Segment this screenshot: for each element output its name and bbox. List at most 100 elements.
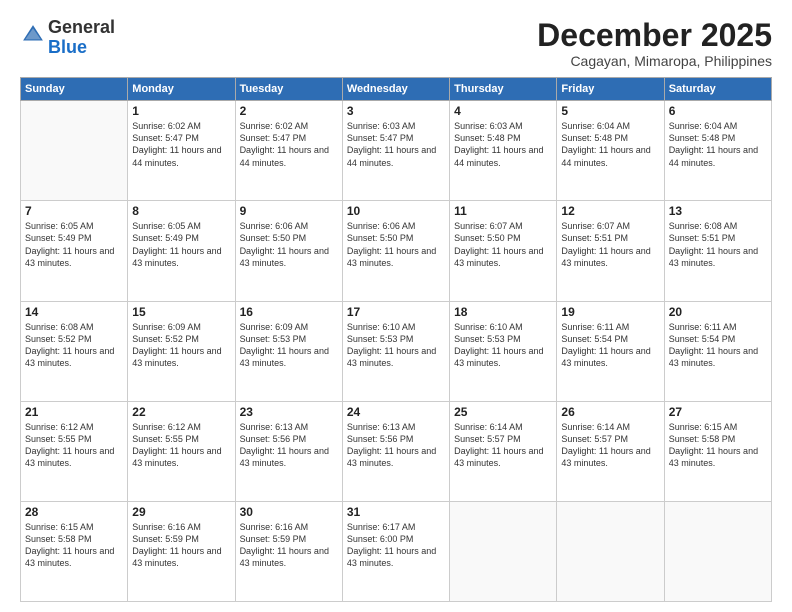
day-number: 22 xyxy=(132,405,230,419)
calendar-week-row: 14 Sunrise: 6:08 AMSunset: 5:52 PMDayligh… xyxy=(21,301,772,401)
header-thursday: Thursday xyxy=(450,78,557,101)
day-info: Sunrise: 6:16 AMSunset: 5:59 PMDaylight:… xyxy=(240,521,338,570)
day-info: Sunrise: 6:11 AMSunset: 5:54 PMDaylight:… xyxy=(561,321,659,370)
day-info: Sunrise: 6:10 AMSunset: 5:53 PMDaylight:… xyxy=(347,321,445,370)
table-row: 10 Sunrise: 6:06 AMSunset: 5:50 PMDayligh… xyxy=(342,201,449,301)
day-info: Sunrise: 6:15 AMSunset: 5:58 PMDaylight:… xyxy=(669,421,767,470)
table-row: 11Sunrise: 6:07 AMSunset: 5:50 PMDayligh… xyxy=(450,201,557,301)
table-row: 19 Sunrise: 6:11 AMSunset: 5:54 PMDayligh… xyxy=(557,301,664,401)
day-info: Sunrise: 6:08 AMSunset: 5:52 PMDaylight:… xyxy=(25,321,123,370)
day-number: 25 xyxy=(454,405,552,419)
table-row: 18Sunrise: 6:10 AMSunset: 5:53 PMDayligh… xyxy=(450,301,557,401)
day-number: 8 xyxy=(132,204,230,218)
table-row: 3 Sunrise: 6:03 AMSunset: 5:47 PMDaylight… xyxy=(342,101,449,201)
day-info: Sunrise: 6:06 AMSunset: 5:50 PMDaylight:… xyxy=(240,220,338,269)
day-number: 27 xyxy=(669,405,767,419)
calendar-table: Sunday Monday Tuesday Wednesday Thursday… xyxy=(20,77,772,602)
day-number: 18 xyxy=(454,305,552,319)
day-number: 31 xyxy=(347,505,445,519)
day-info: Sunrise: 6:12 AMSunset: 5:55 PMDaylight:… xyxy=(132,421,230,470)
day-info: Sunrise: 6:13 AMSunset: 5:56 PMDaylight:… xyxy=(347,421,445,470)
day-info: Sunrise: 6:05 AMSunset: 5:49 PMDaylight:… xyxy=(25,220,123,269)
day-number: 29 xyxy=(132,505,230,519)
day-number: 10 xyxy=(347,204,445,218)
table-row: 28 Sunrise: 6:15 AMSunset: 5:58 PMDayligh… xyxy=(21,501,128,601)
day-info: Sunrise: 6:02 AMSunset: 5:47 PMDaylight:… xyxy=(240,120,338,169)
table-row: 23 Sunrise: 6:13 AMSunset: 5:56 PMDayligh… xyxy=(235,401,342,501)
day-info: Sunrise: 6:14 AMSunset: 5:57 PMDaylight:… xyxy=(454,421,552,470)
day-number: 9 xyxy=(240,204,338,218)
day-number: 11 xyxy=(454,204,552,218)
day-info: Sunrise: 6:06 AMSunset: 5:50 PMDaylight:… xyxy=(347,220,445,269)
day-number: 30 xyxy=(240,505,338,519)
calendar-week-row: 21 Sunrise: 6:12 AMSunset: 5:55 PMDayligh… xyxy=(21,401,772,501)
table-row: 5 Sunrise: 6:04 AMSunset: 5:48 PMDaylight… xyxy=(557,101,664,201)
day-number: 5 xyxy=(561,104,659,118)
day-number: 4 xyxy=(454,104,552,118)
table-row: 6Sunrise: 6:04 AMSunset: 5:48 PMDaylight… xyxy=(664,101,771,201)
table-row: 16 Sunrise: 6:09 AMSunset: 5:53 PMDayligh… xyxy=(235,301,342,401)
day-info: Sunrise: 6:03 AMSunset: 5:48 PMDaylight:… xyxy=(454,120,552,169)
day-info: Sunrise: 6:03 AMSunset: 5:47 PMDaylight:… xyxy=(347,120,445,169)
table-row: 30 Sunrise: 6:16 AMSunset: 5:59 PMDayligh… xyxy=(235,501,342,601)
table-row: 13 Sunrise: 6:08 AMSunset: 5:51 PMDayligh… xyxy=(664,201,771,301)
day-info: Sunrise: 6:15 AMSunset: 5:58 PMDaylight:… xyxy=(25,521,123,570)
day-number: 19 xyxy=(561,305,659,319)
logo-general: General xyxy=(48,17,115,37)
day-number: 3 xyxy=(347,104,445,118)
table-row: 26 Sunrise: 6:14 AMSunset: 5:57 PMDayligh… xyxy=(557,401,664,501)
day-info: Sunrise: 6:04 AMSunset: 5:48 PMDaylight:… xyxy=(669,120,767,169)
day-info: Sunrise: 6:05 AMSunset: 5:49 PMDaylight:… xyxy=(132,220,230,269)
day-number: 23 xyxy=(240,405,338,419)
header-saturday: Saturday xyxy=(664,78,771,101)
day-info: Sunrise: 6:16 AMSunset: 5:59 PMDaylight:… xyxy=(132,521,230,570)
table-row: 15Sunrise: 6:09 AMSunset: 5:52 PMDayligh… xyxy=(128,301,235,401)
logo-icon xyxy=(22,24,44,46)
table-row: 29 Sunrise: 6:16 AMSunset: 5:59 PMDayligh… xyxy=(128,501,235,601)
header-sunday: Sunday xyxy=(21,78,128,101)
day-number: 26 xyxy=(561,405,659,419)
table-row: 31 Sunrise: 6:17 AMSunset: 6:00 PMDayligh… xyxy=(342,501,449,601)
table-row xyxy=(664,501,771,601)
day-number: 24 xyxy=(347,405,445,419)
table-row xyxy=(557,501,664,601)
header-friday: Friday xyxy=(557,78,664,101)
table-row: 4 Sunrise: 6:03 AMSunset: 5:48 PMDaylight… xyxy=(450,101,557,201)
day-number: 13 xyxy=(669,204,767,218)
header-tuesday: Tuesday xyxy=(235,78,342,101)
table-row: 9 Sunrise: 6:06 AMSunset: 5:50 PMDaylight… xyxy=(235,201,342,301)
table-row: 21Sunrise: 6:12 AMSunset: 5:55 PMDayligh… xyxy=(21,401,128,501)
day-info: Sunrise: 6:13 AMSunset: 5:56 PMDaylight:… xyxy=(240,421,338,470)
table-row: 20 Sunrise: 6:11 AMSunset: 5:54 PMDayligh… xyxy=(664,301,771,401)
day-number: 21 xyxy=(25,405,123,419)
month-title: December 2025 xyxy=(537,18,772,53)
day-info: Sunrise: 6:14 AMSunset: 5:57 PMDaylight:… xyxy=(561,421,659,470)
table-row: 25 Sunrise: 6:14 AMSunset: 5:57 PMDayligh… xyxy=(450,401,557,501)
day-number: 7 xyxy=(25,204,123,218)
logo-blue: Blue xyxy=(48,37,87,57)
weekday-header-row: Sunday Monday Tuesday Wednesday Thursday… xyxy=(21,78,772,101)
day-number: 17 xyxy=(347,305,445,319)
table-row: 17 Sunrise: 6:10 AMSunset: 5:53 PMDayligh… xyxy=(342,301,449,401)
day-info: Sunrise: 6:02 AMSunset: 5:47 PMDaylight:… xyxy=(132,120,230,169)
table-row: 14 Sunrise: 6:08 AMSunset: 5:52 PMDayligh… xyxy=(21,301,128,401)
day-info: Sunrise: 6:09 AMSunset: 5:53 PMDaylight:… xyxy=(240,321,338,370)
calendar-week-row: 7 Sunrise: 6:05 AMSunset: 5:49 PMDaylight… xyxy=(21,201,772,301)
day-info: Sunrise: 6:08 AMSunset: 5:51 PMDaylight:… xyxy=(669,220,767,269)
day-info: Sunrise: 6:04 AMSunset: 5:48 PMDaylight:… xyxy=(561,120,659,169)
header: General Blue December 2025 Cagayan, Mima… xyxy=(20,18,772,69)
table-row: 8 Sunrise: 6:05 AMSunset: 5:49 PMDaylight… xyxy=(128,201,235,301)
day-number: 28 xyxy=(25,505,123,519)
calendar-week-row: 28 Sunrise: 6:15 AMSunset: 5:58 PMDayligh… xyxy=(21,501,772,601)
day-number: 15 xyxy=(132,305,230,319)
day-info: Sunrise: 6:11 AMSunset: 5:54 PMDaylight:… xyxy=(669,321,767,370)
day-number: 20 xyxy=(669,305,767,319)
table-row: 1 Sunrise: 6:02 AMSunset: 5:47 PMDaylight… xyxy=(128,101,235,201)
day-number: 1 xyxy=(132,104,230,118)
day-number: 16 xyxy=(240,305,338,319)
table-row xyxy=(450,501,557,601)
calendar-week-row: 1 Sunrise: 6:02 AMSunset: 5:47 PMDaylight… xyxy=(21,101,772,201)
subtitle: Cagayan, Mimaropa, Philippines xyxy=(537,53,772,69)
day-info: Sunrise: 6:17 AMSunset: 6:00 PMDaylight:… xyxy=(347,521,445,570)
day-number: 14 xyxy=(25,305,123,319)
